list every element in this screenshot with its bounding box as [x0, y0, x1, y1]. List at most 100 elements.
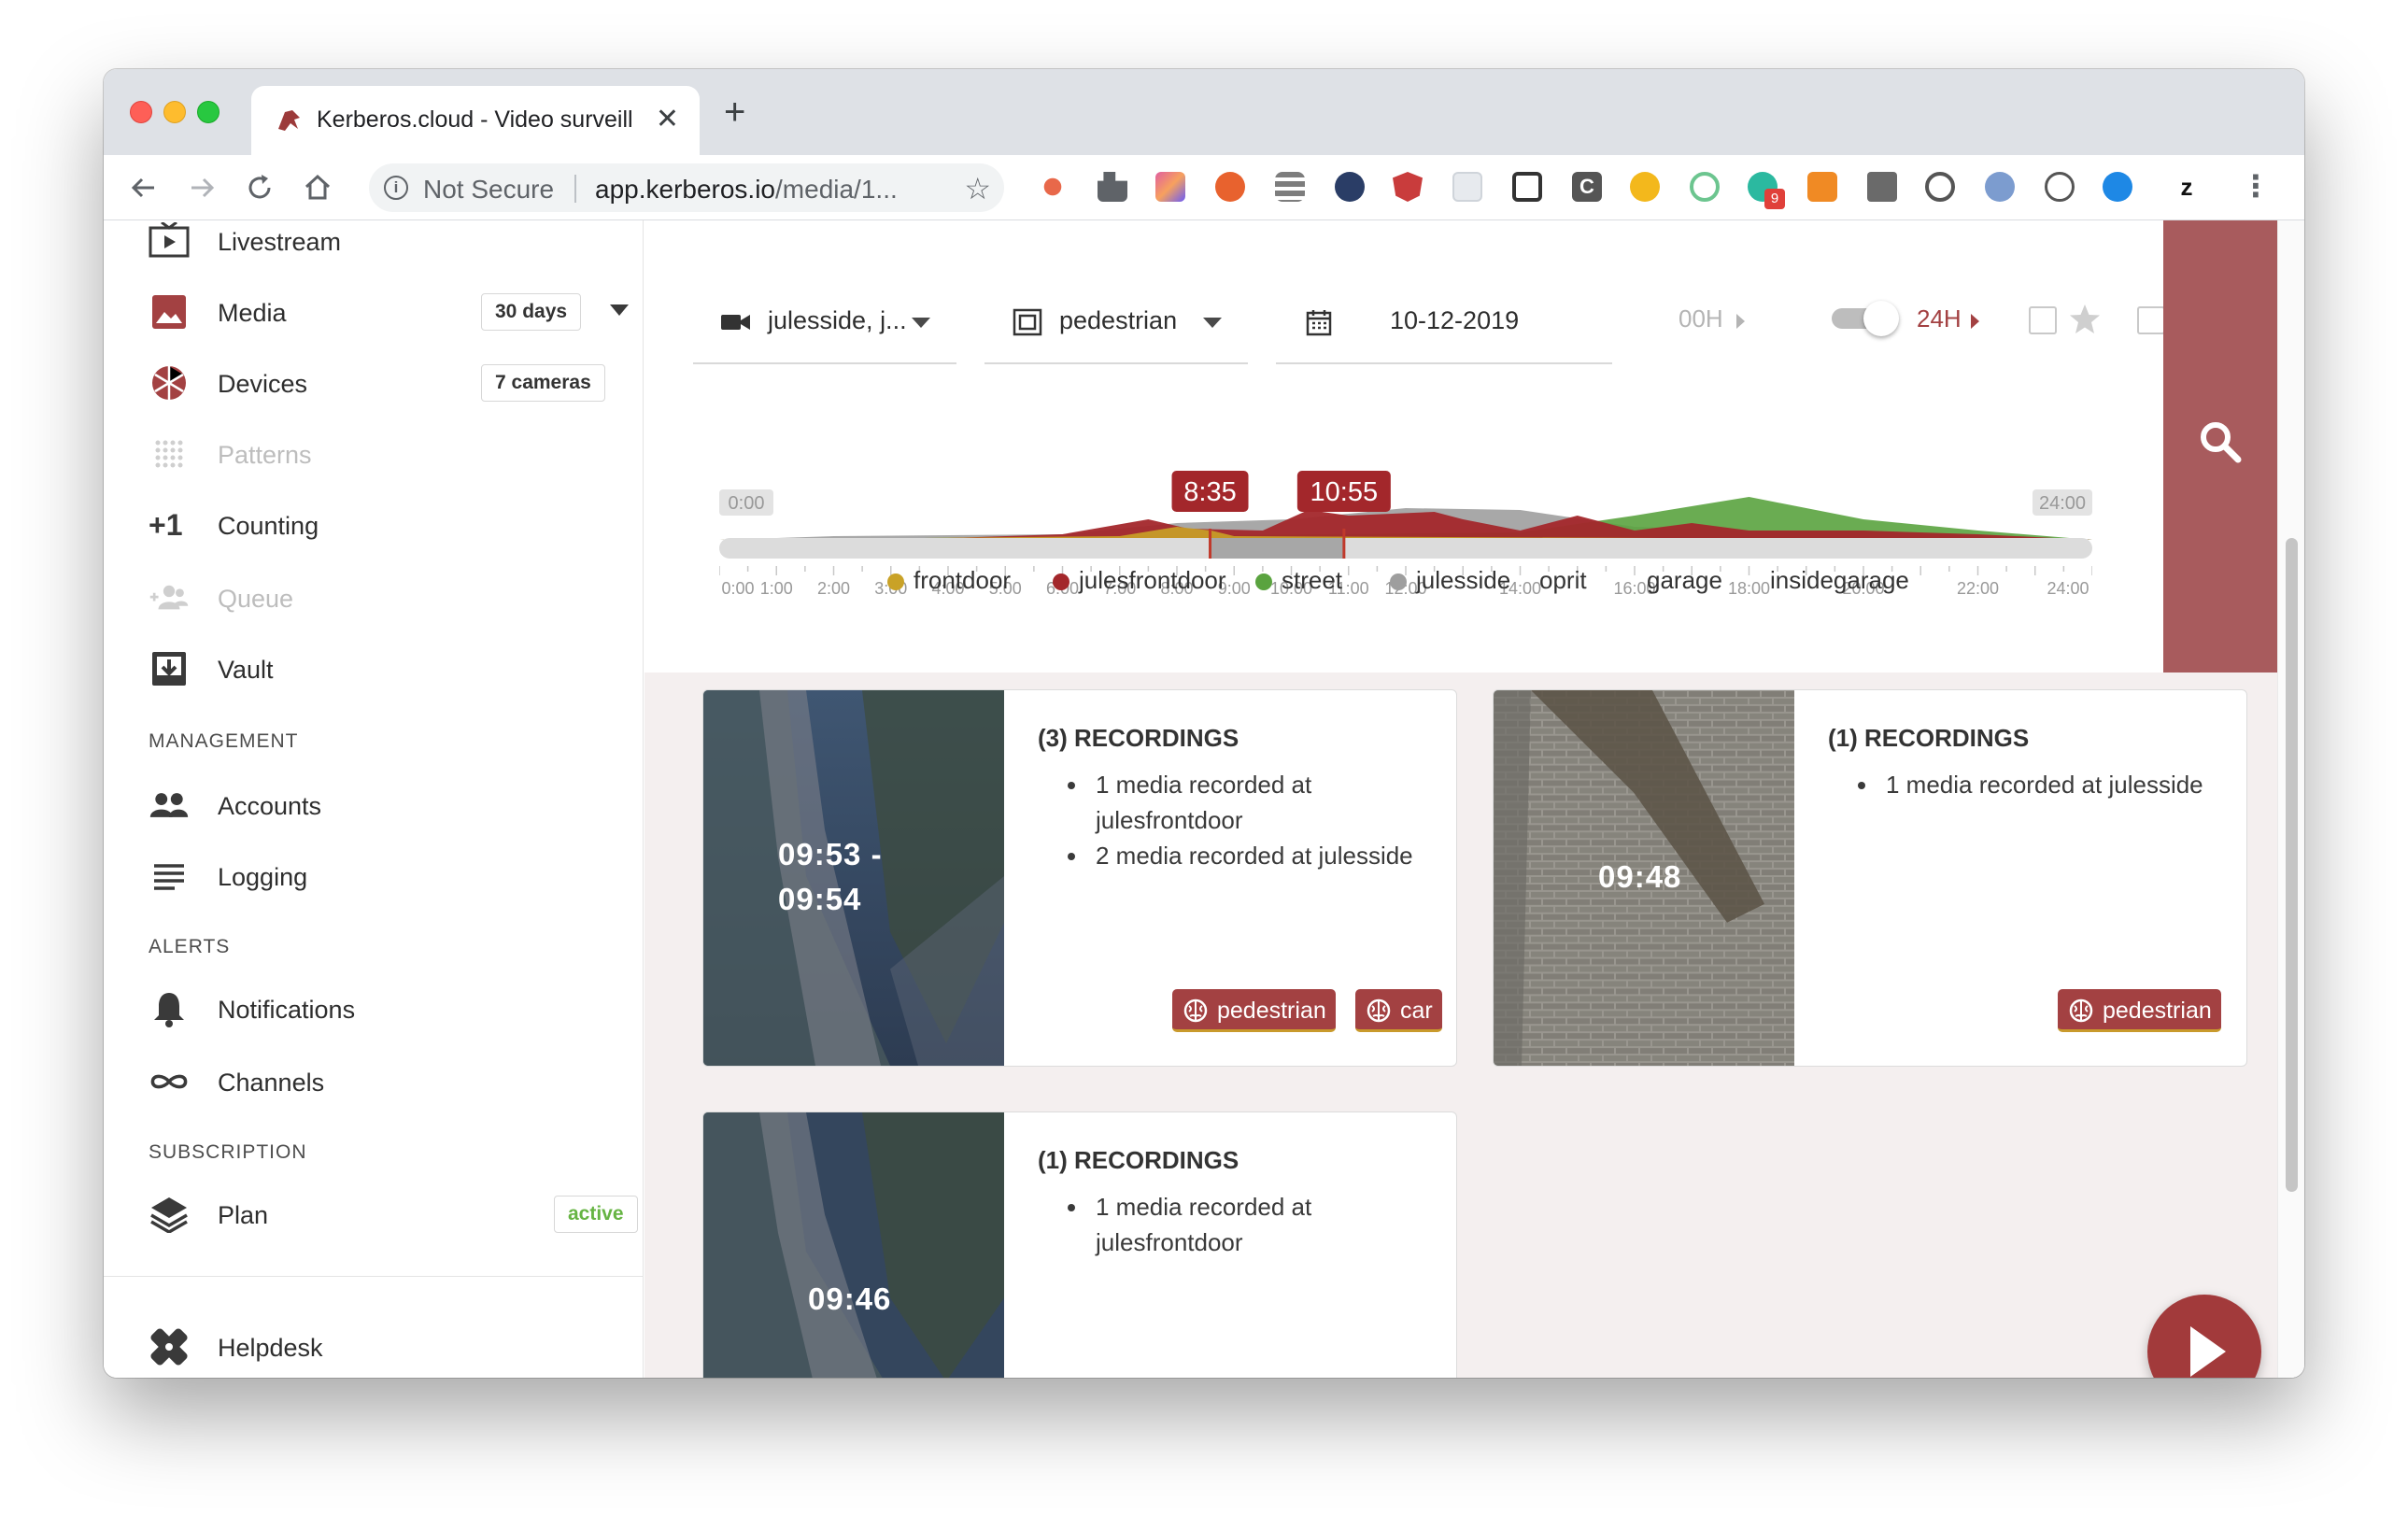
legend-item[interactable]: julesfrontdoor — [1053, 566, 1226, 595]
star-icon[interactable] — [2068, 303, 2102, 336]
tab-close-icon[interactable]: ✕ — [656, 103, 679, 135]
tag-pedestrian[interactable]: pedestrian — [1172, 989, 1336, 1032]
scrollbar[interactable] — [2277, 220, 2304, 1378]
play-button[interactable] — [2147, 1295, 2261, 1378]
tag-pedestrian[interactable]: pedestrian — [2058, 989, 2221, 1032]
calendar-icon — [1306, 310, 1332, 336]
section-heading-subscription: SUBSCRIPTION — [149, 1141, 307, 1163]
sidebar-item-channels[interactable]: Channels — [149, 1059, 616, 1106]
extension-icon[interactable] — [1452, 172, 1482, 202]
legend-item[interactable]: insidegarage — [1770, 566, 1909, 595]
reload-icon[interactable] — [244, 172, 276, 204]
sidebar-item-livestream[interactable]: Livestream — [149, 220, 616, 265]
legend-label: garage — [1647, 566, 1722, 594]
sidebar-item-counting[interactable]: +1 Counting — [149, 503, 616, 549]
recording-title: (1) RECORDINGS — [1828, 724, 2030, 752]
sidebar-item-helpdesk[interactable]: Helpdesk — [149, 1324, 616, 1371]
extension-icon[interactable] — [1630, 172, 1660, 202]
browser-window: Kerberos.cloud - Video surveill ✕ + i No… — [104, 69, 2304, 1378]
sidebar-item-notifications[interactable]: Notifications — [149, 986, 616, 1033]
legend-item[interactable]: street — [1255, 566, 1342, 595]
legend-item[interactable]: frontdoor — [887, 566, 1011, 595]
sidebar-item-label: Notifications — [218, 996, 356, 1024]
legend-label: julesside — [1416, 566, 1511, 594]
browser-tab[interactable]: Kerberos.cloud - Video surveill ✕ — [251, 86, 700, 155]
legend-item[interactable]: garage — [1647, 566, 1722, 595]
browser-toolbar: i Not Secure app.kerberos.io/media/1... … — [104, 155, 2304, 220]
tag-label: pedestrian — [2103, 998, 2212, 1024]
puzzle-extension-icon[interactable] — [1098, 172, 1127, 202]
recording-card[interactable]: 09:53 - 09:54 (3) RECORDINGS 1 media rec… — [702, 689, 1457, 1067]
screenshot-extension-icon[interactable] — [1512, 172, 1542, 202]
classification-filter-dropdown[interactable]: pedestrian — [984, 288, 1248, 364]
extension-icon[interactable] — [1335, 172, 1365, 202]
extension-icon[interactable] — [1925, 172, 1955, 202]
address-bar[interactable]: i Not Secure app.kerberos.io/media/1... … — [369, 163, 1004, 212]
page: Livestream Media 30 days Devices 7 camer… — [104, 220, 2304, 1378]
scrollbar-thumb[interactable] — [2286, 538, 2298, 1192]
c-extension-icon[interactable]: C — [1572, 172, 1602, 202]
recording-card[interactable]: 09:46 (1) RECORDINGS 1 media recorded at… — [702, 1111, 1457, 1378]
new-tab-button[interactable]: + — [724, 93, 745, 131]
maximize-window-button[interactable] — [197, 101, 220, 123]
extension-icon[interactable] — [1155, 172, 1185, 202]
brain-icon — [1367, 998, 1391, 1023]
sidebar-item-vault[interactable]: Vault — [149, 646, 616, 693]
recording-thumbnail[interactable] — [703, 1112, 1004, 1378]
date-filter-value: 10-12-2019 — [1390, 306, 1520, 334]
favorites-checkbox[interactable] — [2029, 306, 2057, 334]
sidebar-item-queue[interactable]: Queue — [149, 575, 616, 622]
extension-icon[interactable] — [2045, 172, 2075, 202]
media-retention-badge: 30 days — [481, 293, 582, 331]
timeline-end-label: 24:00 — [2039, 493, 2086, 514]
search-panel[interactable] — [2163, 220, 2277, 673]
extension-icon[interactable] — [1038, 172, 1068, 202]
chevron-down-icon[interactable] — [610, 304, 629, 316]
browser-menu-icon[interactable]: ⋮ — [2241, 168, 2271, 204]
sidebar-item-label: Channels — [218, 1069, 325, 1097]
sidebar-item-label: Vault — [218, 656, 274, 684]
extension-icon[interactable] — [1690, 172, 1720, 202]
sidebar-item-accounts[interactable]: Accounts — [149, 783, 616, 829]
toggle-knob — [1863, 301, 1899, 336]
bookmark-star-icon[interactable]: ☆ — [964, 171, 991, 206]
search-icon[interactable] — [2197, 418, 2244, 465]
forward-arrow-icon[interactable] — [186, 172, 218, 204]
z-extension-icon[interactable]: z — [2172, 172, 2202, 202]
time-range-toggle[interactable] — [1832, 301, 1899, 336]
info-icon[interactable]: i — [384, 176, 408, 200]
legend-item[interactable]: julesside — [1390, 566, 1510, 595]
chart-extension-icon[interactable] — [1807, 172, 1837, 202]
minimize-window-button[interactable] — [163, 101, 186, 123]
timeline-track — [719, 538, 2092, 559]
home-icon[interactable] — [302, 172, 333, 204]
recording-title: (1) RECORDINGS — [1038, 1146, 1239, 1174]
sidebar-item-devices[interactable]: Devices 7 cameras — [149, 361, 616, 407]
close-window-button[interactable] — [130, 101, 152, 123]
download-extension-icon[interactable] — [2103, 172, 2132, 202]
queue-icon — [149, 585, 189, 610]
tag-car[interactable]: car — [1355, 989, 1442, 1032]
recording-card[interactable]: 09:48 (1) RECORDINGS 1 media recorded at… — [1493, 689, 2247, 1067]
timeline-selection[interactable] — [1210, 538, 1344, 559]
extension-icon[interactable]: 9 — [1748, 172, 1785, 209]
sidebar-item-logging[interactable]: Logging — [149, 854, 616, 900]
sidebar-item-plan[interactable]: Plan active — [149, 1192, 638, 1239]
angular-extension-icon[interactable] — [1393, 172, 1423, 202]
stack-extension-icon[interactable] — [1275, 172, 1305, 202]
sidebar-item-media[interactable]: Media 30 days — [149, 290, 629, 336]
legend-item[interactable]: oprit — [1539, 566, 1587, 595]
extension-icon[interactable] — [1985, 172, 2015, 202]
selection-end-tooltip: 10:55 — [1296, 471, 1391, 512]
caret-right-icon — [1736, 314, 1745, 329]
sidebar-item-patterns[interactable]: Patterns — [149, 432, 616, 478]
extension-icon[interactable] — [1215, 172, 1245, 202]
sidebar-item-label: Livestream — [218, 228, 342, 256]
legend-label: street — [1282, 566, 1343, 594]
legend-dot-icon — [887, 573, 904, 590]
date-filter[interactable]: 10-12-2019 — [1276, 288, 1612, 364]
back-arrow-icon[interactable] — [128, 172, 160, 204]
labels-checkbox[interactable] — [2137, 306, 2165, 334]
camera-filter-dropdown[interactable]: julesside, j... — [693, 288, 956, 364]
extension-icon[interactable] — [1867, 172, 1897, 202]
